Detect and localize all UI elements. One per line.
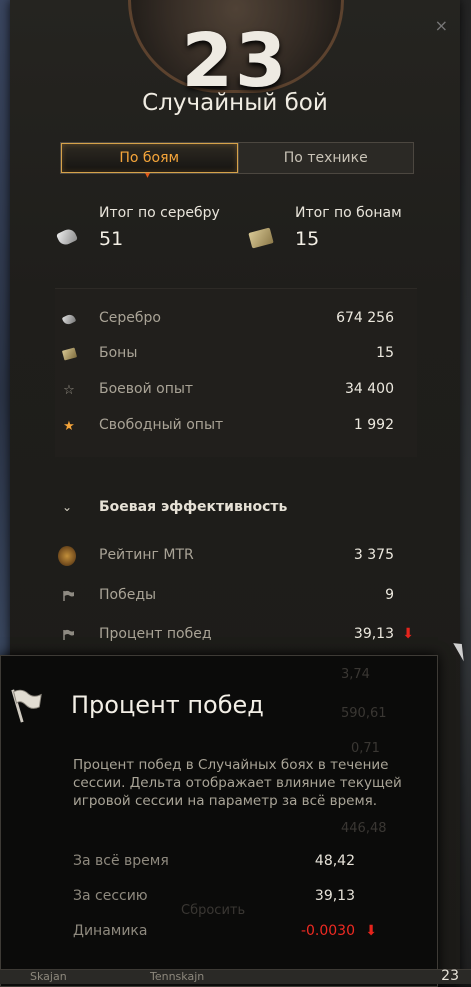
flag-icon	[62, 589, 76, 603]
active-tab-indicator-icon: ▾	[145, 170, 151, 181]
efficiency-value: 3 375	[353, 547, 394, 563]
resource-label: Серебро	[99, 310, 161, 326]
resource-value: 15	[376, 345, 394, 361]
resource-label: Свободный опыт	[99, 417, 224, 433]
stats-tabs: По боям По технике	[60, 142, 414, 174]
efficiency-section-toggle[interactable]: ⌄ Боевая эффективность	[62, 496, 422, 518]
efficiency-title: Боевая эффективность	[99, 499, 288, 515]
resource-row-silver: Серебро 674 256	[10, 308, 461, 332]
arrow-down-icon: ⬇	[365, 923, 377, 939]
resource-row-bonds: Боны 15	[10, 343, 461, 367]
winrate-tooltip: 3,74 590,61 0,71 446,48 Процент побед Пр…	[0, 655, 438, 987]
chevron-down-icon: ⌄	[62, 500, 73, 514]
mtr-rating-icon	[58, 546, 76, 566]
tooltip-row-value: -0.0030	[300, 923, 355, 939]
obscured-value: 590,61	[341, 706, 387, 721]
resource-value: 1 992	[353, 417, 394, 433]
bonds-total-label: Итог по бонам	[295, 205, 402, 221]
taskbar-item[interactable]: Skajan	[30, 970, 67, 983]
efficiency-label: Победы	[99, 587, 157, 603]
tab-by-battles[interactable]: По боям	[61, 143, 238, 173]
obscured-value: 3,74	[341, 667, 370, 682]
resource-label: Боны	[99, 345, 138, 361]
efficiency-row-wins: Победы 9	[10, 585, 461, 609]
bonds-icon	[61, 347, 77, 361]
tooltip-title: Процент побед	[71, 691, 264, 719]
efficiency-label: Процент побед	[99, 626, 212, 642]
taskbar: Skajan Tennskajn	[0, 969, 471, 984]
taskbar-item[interactable]: Tennskajn	[150, 970, 204, 983]
tooltip-row-value: 48,42	[314, 853, 355, 869]
star-icon: ☆	[63, 382, 75, 398]
obscured-value: 446,48	[341, 821, 387, 836]
taskbar-counter: 23	[441, 968, 459, 984]
tooltip-row-label: Динамика	[73, 923, 148, 939]
bonds-total-value: 15	[295, 228, 320, 250]
silver-total-value: 51	[99, 228, 124, 250]
efficiency-value: 39,13	[353, 626, 394, 642]
background-right	[459, 0, 471, 984]
obscured-value: 0,71	[351, 741, 380, 756]
tooltip-row-label: За всё время	[73, 853, 169, 869]
bonds-icon	[248, 227, 274, 249]
resource-label: Боевой опыт	[99, 381, 194, 397]
flag-icon	[62, 628, 76, 642]
efficiency-row-mtr: Рейтинг MTR 3 375	[10, 545, 461, 569]
tooltip-row-label: За сессию	[73, 888, 148, 904]
resource-row-free-xp: ★ Свободный опыт 1 992	[10, 415, 461, 439]
efficiency-value: 9	[385, 587, 394, 603]
resource-value: 674 256	[336, 310, 394, 326]
silver-icon	[61, 312, 77, 326]
gold-star-icon: ★	[63, 418, 75, 434]
tooltip-row-dynamics: Динамика -0.0030 ⬇	[73, 923, 413, 943]
silver-icon	[55, 226, 79, 248]
battle-type-title: Случайный бой	[142, 90, 328, 116]
efficiency-row-winrate[interactable]: Процент побед 39,13 ⬇	[10, 624, 461, 648]
silver-total-label: Итог по серебру	[99, 205, 220, 221]
tooltip-description: Процент побед в Случайных боях в течение…	[73, 757, 402, 809]
efficiency-label: Рейтинг MTR	[99, 547, 194, 563]
tab-by-vehicles[interactable]: По технике	[237, 143, 413, 173]
tooltip-row-value: 39,13	[314, 888, 355, 904]
arrow-down-icon: ⬇	[402, 626, 414, 642]
flag-icon	[11, 689, 42, 723]
reset-button[interactable]: Сбросить	[181, 903, 471, 918]
tooltip-row-all-time: За всё время 48,42	[73, 853, 413, 873]
resource-row-combat-xp: ☆ Боевой опыт 34 400	[10, 379, 461, 403]
resource-value: 34 400	[345, 381, 394, 397]
